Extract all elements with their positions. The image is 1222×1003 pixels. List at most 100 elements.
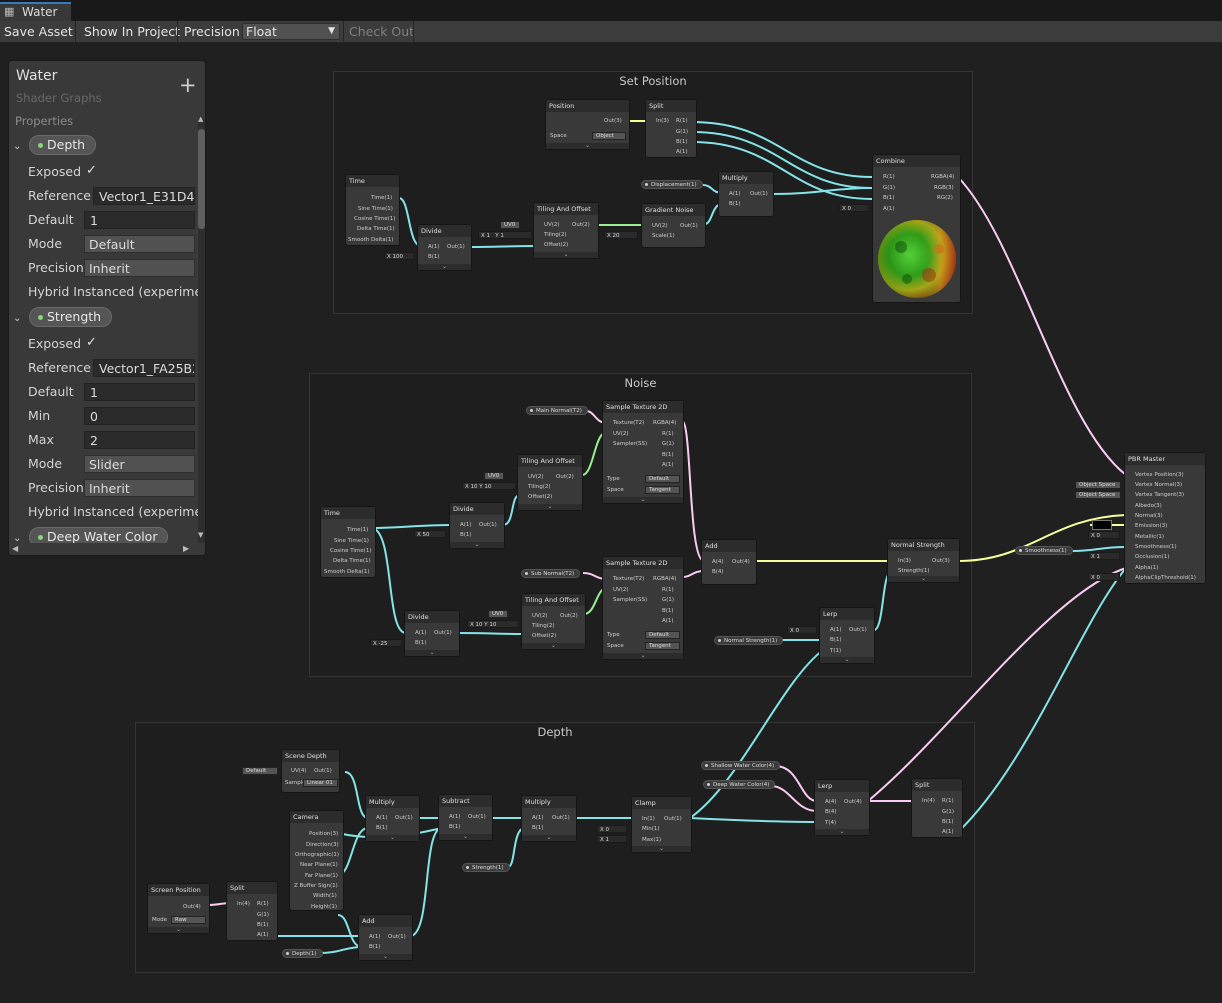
port-out[interactable]: R(1) xyxy=(676,118,688,124)
show-in-project-button[interactable]: Show In Project xyxy=(80,21,184,42)
reference-field[interactable]: Vector1_FA25B2 xyxy=(93,359,195,377)
port-out[interactable]: B(1) xyxy=(257,922,269,928)
port-out[interactable]: Orthographic(1) xyxy=(295,852,339,858)
smoothness-property[interactable]: Smoothness(1) xyxy=(1015,546,1073,555)
port-in[interactable]: UV(2) xyxy=(528,474,544,480)
max-field[interactable]: 2 xyxy=(84,431,195,449)
sample-dropdown[interactable]: Linear 01 xyxy=(303,779,338,787)
mode-dropdown[interactable]: Slider xyxy=(84,455,195,473)
exposed-checkbox[interactable]: ✓ xyxy=(86,335,97,350)
port-out[interactable]: R(1) xyxy=(662,587,674,593)
node-camera[interactable]: Camera Position(3) Direction(3) Orthogra… xyxy=(289,810,344,911)
node-scene-depth[interactable]: Scene Depth UV(4) Out(1) Sample Linear 0… xyxy=(281,749,340,793)
port-out[interactable]: Out(1) xyxy=(750,191,768,197)
blackboard-horizontal-scrollbar[interactable]: ◀ ▶ xyxy=(9,543,205,555)
node-lerp[interactable]: Lerp A(1) B(1) T(1) Out(1) ⌄ xyxy=(819,607,875,664)
space-dropdown[interactable]: Object xyxy=(592,132,626,140)
port-in[interactable]: B(1) xyxy=(830,637,842,643)
scale-field[interactable]: X 20 xyxy=(604,231,638,239)
chevron-down-icon[interactable]: ⌄ xyxy=(546,143,629,149)
divide-b-field[interactable]: X 50 xyxy=(414,530,446,538)
port-out[interactable]: Width(1) xyxy=(313,893,337,899)
port-out[interactable]: Near Plane(1) xyxy=(300,862,338,868)
depth-property[interactable]: Depth(1) xyxy=(282,949,323,958)
port-in[interactable]: Sampler(SS) xyxy=(613,441,647,447)
port-in[interactable]: Occlusion(1) xyxy=(1135,554,1169,560)
node-time[interactable]: Time Time(1) Sine Time(1) Cosine Time(1)… xyxy=(345,174,400,246)
port-out[interactable]: Out(1) xyxy=(388,934,406,940)
vertex-normal-space-dropdown[interactable]: Object Space xyxy=(1075,481,1121,489)
save-asset-button[interactable]: Save Asset xyxy=(0,21,77,42)
port-in[interactable]: Alpha(1) xyxy=(1135,565,1158,571)
displacement-property[interactable]: Displacement(1) xyxy=(641,180,703,189)
port-out[interactable]: B(1) xyxy=(662,452,674,458)
node-sample-texture-2d[interactable]: Sample Texture 2D Texture(T2) UV(2) Samp… xyxy=(602,556,684,660)
port-out[interactable]: Out(1) xyxy=(447,244,465,250)
space-dropdown[interactable]: Tangent xyxy=(645,486,680,494)
min-field[interactable]: 0 xyxy=(84,407,195,425)
port-in[interactable]: Scale(1) xyxy=(652,233,675,239)
port-in[interactable]: A(1) xyxy=(449,814,461,820)
property-pill-strength[interactable]: Strength xyxy=(29,307,113,327)
port-in[interactable]: A(1) xyxy=(883,206,895,212)
port-in[interactable]: R(1) xyxy=(883,174,895,180)
default-field[interactable]: 1 xyxy=(84,383,195,401)
port-out[interactable]: Sine Time(1) xyxy=(358,206,393,212)
node-screen-position[interactable]: Screen Position Out(4) Mode Raw ⌄ xyxy=(147,883,210,934)
port-out[interactable]: Cosine Time(1) xyxy=(354,216,395,222)
tiling-field[interactable]: X 1 Y 1 xyxy=(478,231,532,239)
add-property-button[interactable]: + xyxy=(179,75,197,96)
port-out[interactable]: Out(1) xyxy=(314,768,332,774)
blackboard-panel[interactable]: Water Shader Graphs + Properties ⌄ Depth… xyxy=(8,60,206,556)
strength-property[interactable]: Strength(1) xyxy=(462,863,510,872)
port-in[interactable]: B(1) xyxy=(449,824,461,830)
albedo-color-swatch[interactable] xyxy=(1092,520,1112,530)
scene-depth-uv-dropdown[interactable]: Default xyxy=(242,767,278,775)
port-out[interactable]: Out(1) xyxy=(468,814,486,820)
port-in[interactable]: Offset(2) xyxy=(544,242,568,248)
mode-dropdown[interactable]: Raw xyxy=(171,916,206,924)
chevron-down-icon[interactable]: ⌄ xyxy=(603,497,683,503)
port-in[interactable]: Smoothness(1) xyxy=(1135,544,1177,550)
node-tiling-and-offset[interactable]: Tiling And Offset UV(2) Tiling(2) Offset… xyxy=(533,202,599,259)
tiling-field[interactable]: X 10 Y 10 xyxy=(467,620,519,628)
port-in[interactable]: B(4) xyxy=(825,809,837,815)
chevron-down-icon[interactable]: ⌄ xyxy=(534,252,598,258)
precision-dropdown[interactable]: Float ▼ xyxy=(242,23,340,40)
port-in[interactable]: A(1) xyxy=(532,815,544,821)
shallow-water-color-property[interactable]: Shallow Water Color(4) xyxy=(701,761,781,770)
port-out[interactable]: Out(1) xyxy=(849,627,867,633)
port-in[interactable]: In(4) xyxy=(237,901,250,907)
port-out[interactable]: RG(2) xyxy=(937,195,953,201)
fold-arrow-icon[interactable]: ⌄ xyxy=(13,313,21,324)
reference-field[interactable]: Vector1_E31D4 xyxy=(93,187,195,205)
port-out[interactable]: G(1) xyxy=(662,441,674,447)
port-out[interactable]: A(1) xyxy=(676,149,688,155)
tiling-field[interactable]: X 10 Y 10 xyxy=(462,482,516,490)
exposed-checkbox[interactable]: ✓ xyxy=(86,163,97,178)
node-sample-texture-2d[interactable]: Sample Texture 2D Texture(T2) UV(2) Samp… xyxy=(602,400,684,504)
port-out[interactable]: Out(1) xyxy=(664,816,682,822)
port-out[interactable]: G(1) xyxy=(662,597,674,603)
space-dropdown[interactable]: Tangent xyxy=(645,642,680,650)
uv-dropdown[interactable]: UV0 xyxy=(488,610,508,618)
node-divide[interactable]: Divide A(1) B(1) Out(1) ⌄ xyxy=(404,610,460,657)
port-out[interactable]: Out(1) xyxy=(434,630,452,636)
port-in[interactable]: Vertex Normal(3) xyxy=(1135,482,1182,488)
node-subtract[interactable]: Subtract A(1) B(1) Out(1) ⌄ xyxy=(438,794,493,841)
port-out[interactable]: Delta Time(1) xyxy=(357,226,395,232)
port-in[interactable]: Max(1) xyxy=(642,837,661,843)
node-divide[interactable]: Divide A(1) B(1) Out(1) ⌄ xyxy=(417,224,472,271)
port-in[interactable]: In(4) xyxy=(922,798,935,804)
port-in[interactable]: B(1) xyxy=(460,532,472,538)
hybrid-instanced-toggle[interactable]: Hybrid Instanced (experimen xyxy=(28,504,205,519)
chevron-down-icon[interactable]: ⌄ xyxy=(405,650,459,656)
port-in[interactable]: B(4) xyxy=(712,569,724,575)
scroll-down-icon[interactable]: ▼ xyxy=(198,531,203,539)
port-in[interactable]: A(1) xyxy=(729,191,741,197)
mode-dropdown[interactable]: Default xyxy=(84,235,195,253)
property-pill-depth[interactable]: Depth xyxy=(29,135,97,155)
type-dropdown[interactable]: Default xyxy=(645,631,680,639)
scroll-right-icon[interactable]: ▶ xyxy=(183,544,189,553)
port-in[interactable]: B(1) xyxy=(729,201,741,207)
